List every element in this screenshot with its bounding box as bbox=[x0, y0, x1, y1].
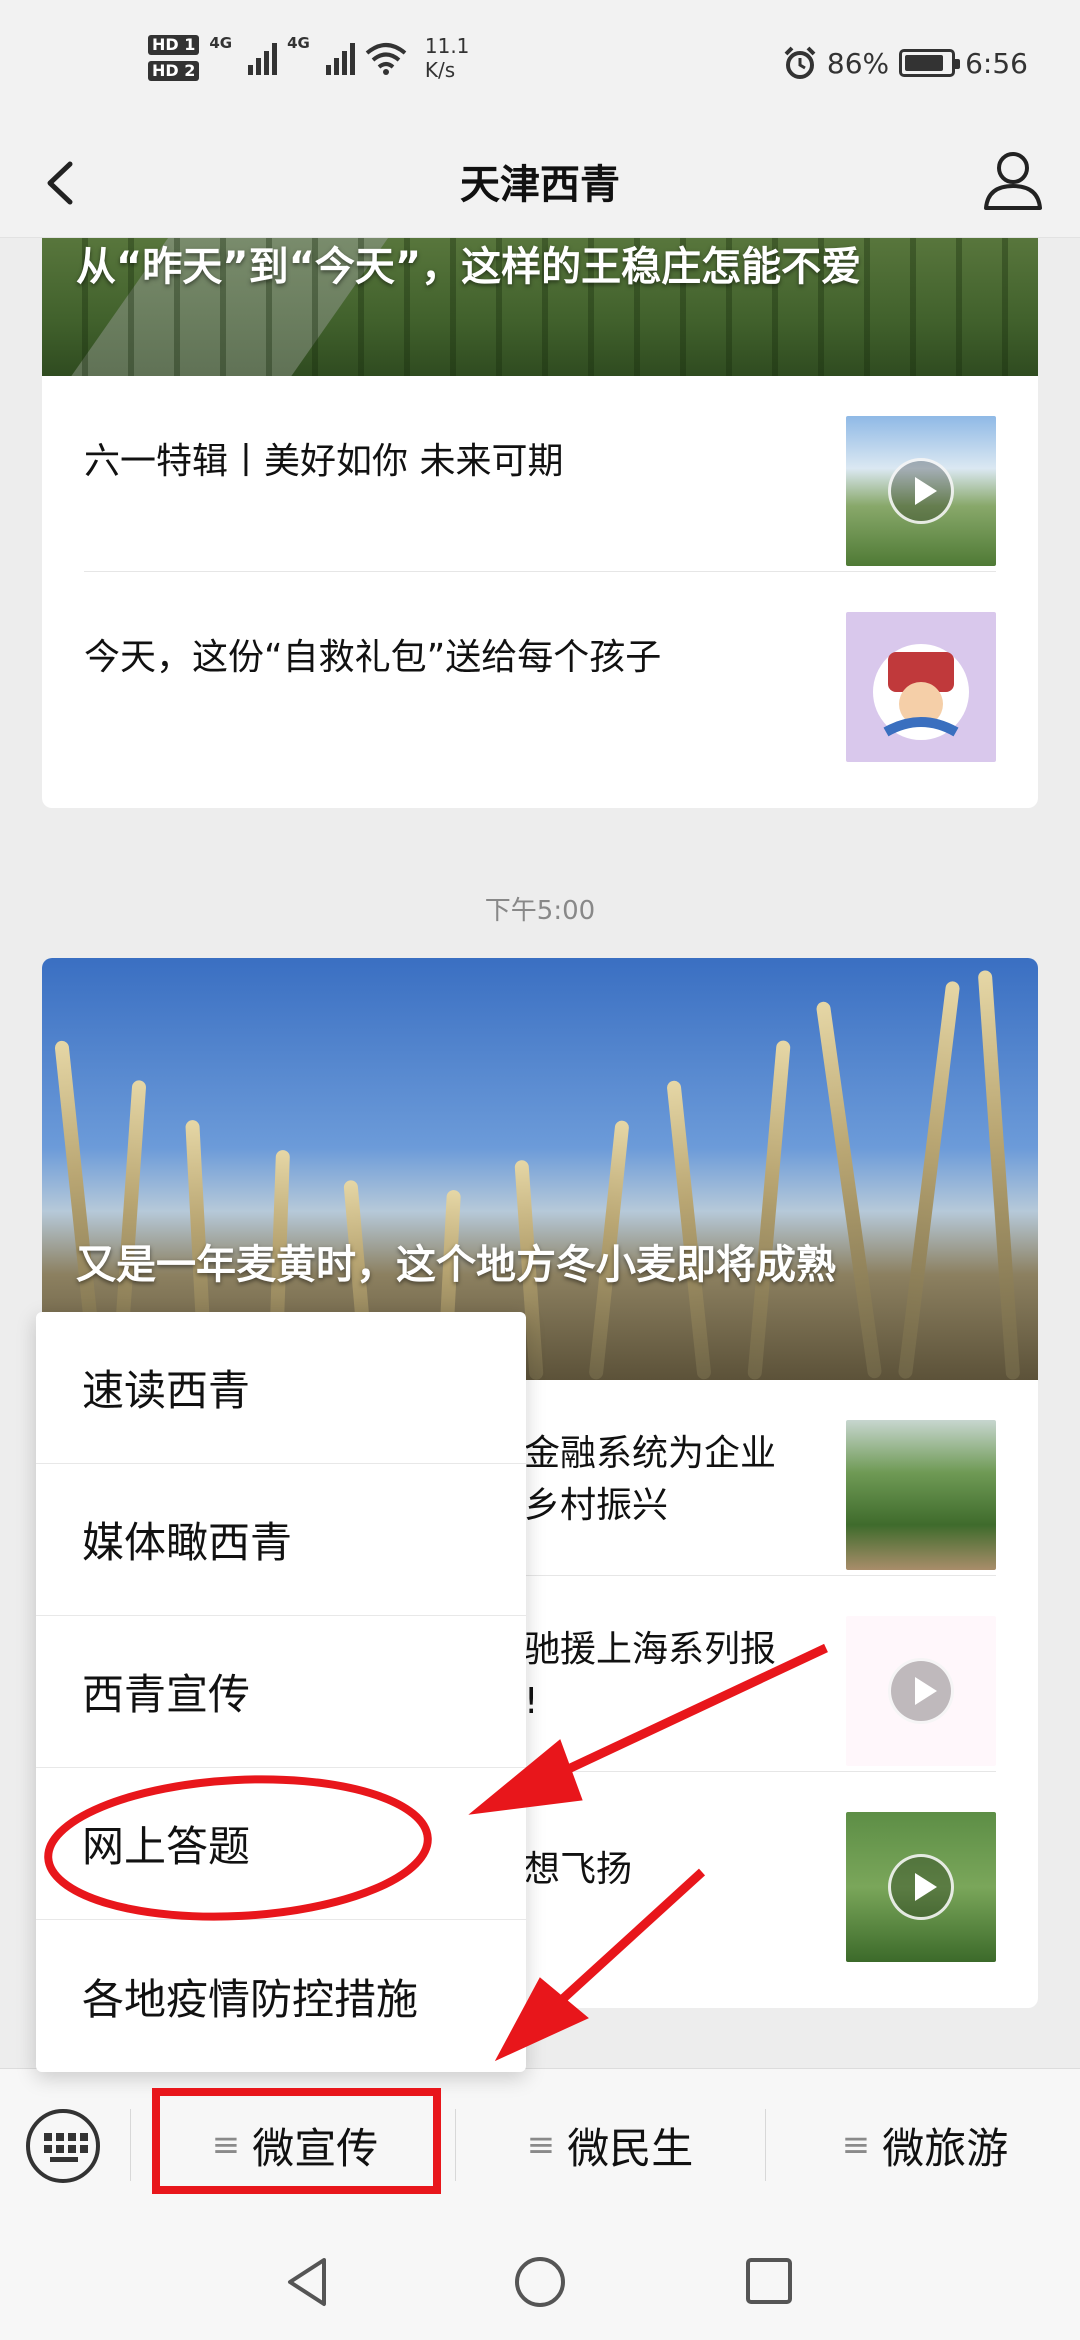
menu-label: 微旅游 bbox=[882, 2123, 1009, 2173]
status-bar: HD 1 HD 2 4G 4G 11.1 K/s 86% 6:56 bbox=[0, 0, 1080, 130]
menu-label: 微宣传 bbox=[252, 2123, 379, 2173]
signal-icon-2 bbox=[325, 41, 355, 75]
menu-item-media-view[interactable]: 媒体瞰西青 bbox=[36, 1464, 526, 1616]
menu-lines-icon: ≡ bbox=[526, 2125, 556, 2165]
menu-lines-icon: ≡ bbox=[841, 2125, 871, 2165]
menu-button-tourism[interactable]: ≡ 微旅游 bbox=[770, 2069, 1080, 2221]
nav-bar: 天津西青 bbox=[0, 130, 1080, 238]
page-title: 天津西青 bbox=[460, 162, 620, 208]
play-icon bbox=[888, 1658, 954, 1724]
item-title: 六一特辑丨美好如你 未来可期 bbox=[84, 441, 564, 482]
item-title: 今天，这份“自救礼包”送给每个孩子 bbox=[84, 637, 662, 678]
submenu-popup: 速读西青 媒体瞰西青 西青宣传 网上答题 各地疫情防控措施 bbox=[36, 1312, 526, 2072]
item-title: 想飞扬 bbox=[524, 1849, 633, 1890]
cover-title-1: 从“昨天”到“今天”，这样的王稳庄怎能不爱 bbox=[76, 244, 862, 290]
article-card-1: 从“昨天”到“今天”，这样的王稳庄怎能不爱 六一特辑丨美好如你 未来可期 今天，… bbox=[42, 238, 1038, 808]
cover-article-1[interactable]: 从“昨天”到“今天”，这样的王稳庄怎能不爱 bbox=[42, 238, 1038, 376]
bottom-menu-bar: ≡ 微宣传 ≡ 微民生 ≡ 微旅游 bbox=[0, 2068, 1080, 2220]
play-icon bbox=[888, 1854, 954, 1920]
signal-icon bbox=[248, 41, 278, 75]
menu-button-livelihood[interactable]: ≡ 微民生 bbox=[460, 2069, 760, 2221]
clock: 6:56 bbox=[965, 46, 1028, 80]
hd2-badge: HD 2 bbox=[148, 61, 200, 81]
menu-item-online-quiz[interactable]: 网上答题 bbox=[36, 1768, 526, 1920]
thumbnail-image bbox=[846, 1616, 996, 1766]
list-item[interactable]: 六一特辑丨美好如你 未来可期 bbox=[84, 376, 996, 572]
battery-percent: 86% bbox=[826, 46, 890, 80]
list-item[interactable]: 今天，这份“自救礼包”送给每个孩子 bbox=[84, 572, 996, 768]
thumbnail-image bbox=[846, 1420, 996, 1570]
battery-icon bbox=[899, 49, 961, 77]
item-title: 驰援上海系列报 ! bbox=[524, 1629, 777, 1722]
child-illustration-icon bbox=[873, 644, 969, 740]
wifi-icon bbox=[365, 43, 407, 75]
item-title: 金融系统为企业 乡村振兴 bbox=[524, 1433, 777, 1526]
menu-item-speed-read[interactable]: 速读西青 bbox=[36, 1312, 526, 1464]
system-nav-bar bbox=[0, 2220, 1080, 2340]
net1-label: 4G bbox=[209, 34, 233, 52]
status-right: 86% 6:56 bbox=[783, 46, 1028, 80]
cover-title-2: 又是一年麦黄时，这个地方冬小麦即将成熟 bbox=[76, 1242, 836, 1288]
speed-value: 11.1 bbox=[424, 34, 470, 58]
back-triangle-icon[interactable] bbox=[282, 2254, 332, 2310]
profile-icon[interactable] bbox=[978, 144, 1048, 214]
menu-lines-icon: ≡ bbox=[211, 2125, 241, 2165]
menu-item-epidemic-measures[interactable]: 各地疫情防控措施 bbox=[36, 1920, 526, 2072]
net2-label: 4G bbox=[287, 34, 310, 52]
thumbnail-image bbox=[846, 612, 996, 762]
thumbnail-image bbox=[846, 416, 996, 566]
hd-badges: HD 1 HD 2 bbox=[148, 35, 200, 81]
hd1-badge: HD 1 bbox=[148, 35, 200, 55]
speed-unit: K/s bbox=[424, 58, 456, 82]
keyboard-icon[interactable] bbox=[26, 2109, 100, 2183]
message-timestamp: 下午5:00 bbox=[484, 896, 596, 926]
play-icon bbox=[888, 458, 954, 524]
menu-label: 微民生 bbox=[567, 2123, 694, 2173]
thumbnail-image bbox=[846, 1812, 996, 1962]
menu-button-publicity[interactable]: ≡ 微宣传 bbox=[150, 2069, 440, 2221]
alarm-icon bbox=[784, 46, 816, 79]
status-left: HD 1 HD 2 4G 4G 11.1 K/s bbox=[148, 34, 469, 82]
menu-item-xiqing-publicity[interactable]: 西青宣传 bbox=[36, 1616, 526, 1768]
recents-square-icon[interactable] bbox=[744, 2256, 794, 2306]
home-circle-icon[interactable] bbox=[512, 2254, 568, 2310]
network-speed: 11.1 K/s bbox=[425, 34, 470, 82]
